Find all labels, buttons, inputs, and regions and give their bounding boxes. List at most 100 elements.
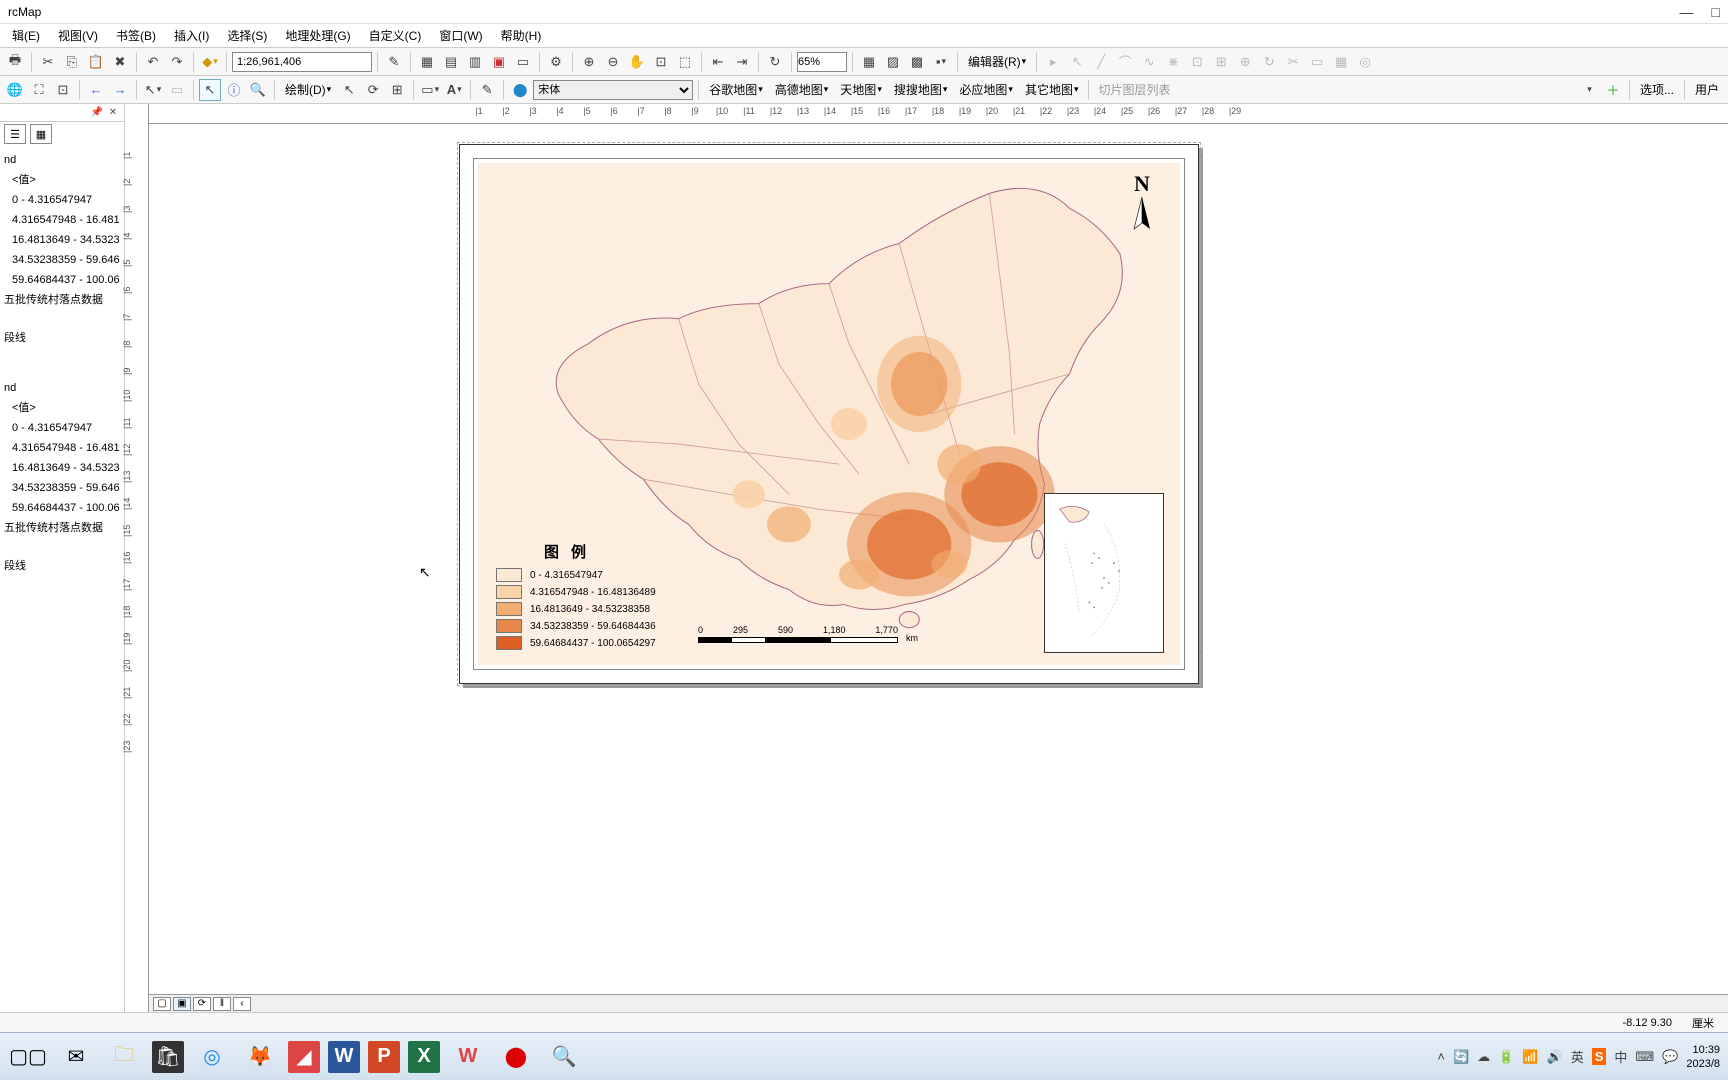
tray-battery-icon[interactable]: 🔋	[1498, 1049, 1514, 1065]
editor-toolbar-icon[interactable]: ✎	[383, 51, 405, 73]
zoom-in-icon[interactable]: ⊕	[578, 51, 600, 73]
menu-window[interactable]: 窗口(W)	[431, 25, 490, 46]
tile-dropdown-icon[interactable]: ▾	[1578, 79, 1600, 101]
edge-icon[interactable]: ◎	[192, 1037, 232, 1077]
menu-selection[interactable]: 选择(S)	[219, 25, 275, 46]
basemap-soso[interactable]: 搜搜地图▾	[889, 79, 953, 101]
maximize-button[interactable]: □	[1712, 4, 1720, 20]
users-button[interactable]: 用户	[1690, 79, 1724, 101]
menu-customize[interactable]: 自定义(C)	[361, 25, 430, 46]
toc-hscroll[interactable]	[0, 996, 124, 1012]
menu-geoprocessing[interactable]: 地理处理(G)	[277, 25, 358, 46]
data-view-tab[interactable]: ▢	[153, 997, 171, 1011]
tray-keyboard-icon[interactable]: ⌨	[1635, 1049, 1654, 1065]
full-icon[interactable]: ⊡	[52, 79, 74, 101]
tray-sogou-icon[interactable]: S	[1592, 1048, 1607, 1065]
scale-input[interactable]	[232, 52, 372, 72]
layout-view-tab[interactable]: ▣	[173, 997, 191, 1011]
powerpoint-icon[interactable]: P	[368, 1041, 400, 1073]
map-data-frame[interactable]: N	[478, 163, 1180, 665]
tray-chevron-icon[interactable]: ˄	[1437, 1049, 1445, 1064]
pan-icon[interactable]: ✋	[626, 51, 648, 73]
paste-icon[interactable]: 📋	[85, 51, 107, 73]
arctoolbox-icon[interactable]: ▣	[488, 51, 510, 73]
expand-icon[interactable]: ⛶	[28, 79, 50, 101]
font-select[interactable]: 宋体	[533, 80, 693, 100]
zoom-next-icon[interactable]: ⇥	[731, 51, 753, 73]
find-icon[interactable]: 🔍	[247, 79, 269, 101]
search-app-icon[interactable]: 🔍	[544, 1037, 584, 1077]
draw-rotate-icon[interactable]: ⟳	[362, 79, 384, 101]
model-builder-icon[interactable]: ⚙	[545, 51, 567, 73]
globe-icon[interactable]: 🌐	[4, 79, 26, 101]
toc-list-tab[interactable]: ☰	[4, 124, 26, 144]
guides-icon[interactable]: ▩	[906, 51, 928, 73]
pause-draw-icon[interactable]: ‖	[213, 997, 231, 1011]
basemap-google[interactable]: 谷歌地图▾	[704, 79, 768, 101]
select-features-icon[interactable]: ↖▾	[142, 79, 164, 101]
mail-icon[interactable]: ✉	[56, 1037, 96, 1077]
tile-add-icon[interactable]: ＋	[1602, 79, 1624, 101]
tray-ime1[interactable]: 英	[1571, 1047, 1584, 1066]
menu-view[interactable]: 视图(V)	[50, 25, 106, 46]
undo-icon[interactable]: ↶	[142, 51, 164, 73]
record-icon[interactable]: ⬤	[496, 1037, 536, 1077]
data-frame-icon[interactable]: ▦	[858, 51, 880, 73]
forward-icon[interactable]: →	[109, 79, 131, 101]
menu-bookmarks[interactable]: 书签(B)	[108, 25, 164, 46]
copy-icon[interactable]: ⎘	[61, 51, 83, 73]
delete-icon[interactable]: ✖	[109, 51, 131, 73]
identify-icon[interactable]: ⓘ	[223, 79, 245, 101]
back-icon[interactable]: ←	[85, 79, 107, 101]
taskbar-clock[interactable]: 10:39 2023/8	[1686, 1043, 1720, 1071]
select-elements-icon[interactable]: ↖	[199, 79, 221, 101]
layout-view[interactable]: |1|2|3|4|5|6|7|8|9|10|11|12|13|14|15|16|…	[149, 104, 1728, 1012]
draw-rect-icon[interactable]: ▭▾	[419, 79, 441, 101]
fixed-zoom-in-icon[interactable]: ⬚	[674, 51, 696, 73]
redo-icon[interactable]: ↷	[166, 51, 188, 73]
catalog-icon[interactable]: ▤	[440, 51, 462, 73]
layout-page[interactable]: N	[459, 144, 1199, 684]
refresh-view-icon[interactable]: ⟳	[193, 997, 211, 1011]
zoom-out-icon[interactable]: ⊖	[602, 51, 624, 73]
explorer-icon[interactable]: 🗀	[104, 1037, 144, 1077]
toc-pin-icon[interactable]: 📌	[90, 106, 104, 120]
draw-text-icon[interactable]: A▾	[443, 79, 465, 101]
layout-zoom-select[interactable]	[797, 52, 847, 72]
minimize-button[interactable]: —	[1680, 4, 1694, 20]
options-button[interactable]: 选项...	[1635, 79, 1679, 101]
word-icon[interactable]: W	[328, 1041, 360, 1073]
refresh-icon[interactable]: ↻	[764, 51, 786, 73]
app-red-icon[interactable]: ◢	[288, 1041, 320, 1073]
full-extent-icon[interactable]: ⊡	[650, 51, 672, 73]
editor-menu[interactable]: 编辑器(R)▾	[963, 51, 1031, 73]
layout-icon[interactable]: ▨	[882, 51, 904, 73]
excel-icon[interactable]: X	[408, 1041, 440, 1073]
scale-bar[interactable]: 02955901,1801,770 km	[698, 625, 898, 643]
basemap-other[interactable]: 其它地图▾	[1020, 79, 1084, 101]
python-icon[interactable]: ▭	[512, 51, 534, 73]
rulers-icon[interactable]: ▪▾	[930, 51, 952, 73]
prev-extent-icon[interactable]: ‹	[233, 997, 251, 1011]
print-icon[interactable]: 🖶	[4, 51, 26, 73]
edit-vertices-icon[interactable]: ✎	[476, 79, 498, 101]
zoom-prev-icon[interactable]: ⇤	[707, 51, 729, 73]
font-color-icon[interactable]: ⬤	[509, 79, 531, 101]
menu-help[interactable]: 帮助(H)	[493, 25, 550, 46]
tray-wifi-icon[interactable]: 📶	[1522, 1049, 1538, 1065]
map-legend[interactable]: 图例 0 - 4.3165479474.316547948 - 16.48136…	[496, 541, 696, 653]
toc-source-tab[interactable]: ▦	[30, 124, 52, 144]
north-arrow[interactable]: N	[1122, 171, 1162, 241]
draw-zoom-icon[interactable]: ⊞	[386, 79, 408, 101]
wps-icon[interactable]: W	[448, 1037, 488, 1077]
menu-edit[interactable]: 辑(E)	[4, 25, 48, 46]
draw-menu[interactable]: 绘制(D)▾	[280, 79, 336, 101]
draw-select-icon[interactable]: ↖	[338, 79, 360, 101]
cut-icon[interactable]: ✂	[37, 51, 59, 73]
basemap-tianditu[interactable]: 天地图▾	[835, 79, 887, 101]
basemap-gaode[interactable]: 高德地图▾	[770, 79, 834, 101]
tray-volume-icon[interactable]: 🔊	[1547, 1049, 1563, 1065]
basemap-bing[interactable]: 必应地图▾	[954, 79, 1018, 101]
search-window-icon[interactable]: ▥	[464, 51, 486, 73]
tray-notification-icon[interactable]: 💬	[1662, 1049, 1678, 1065]
